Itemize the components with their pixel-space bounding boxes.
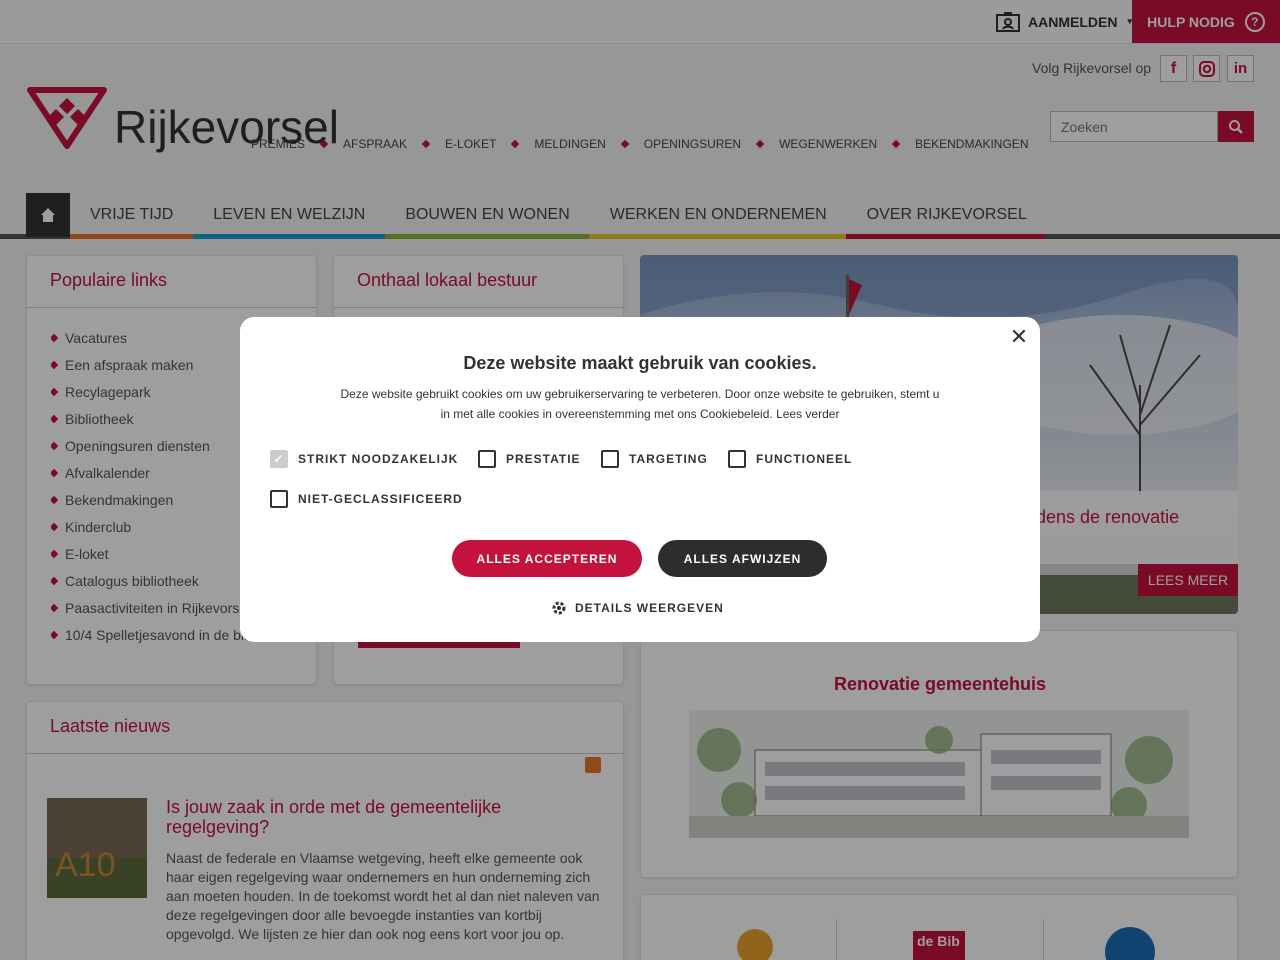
cookie-title: Deze website maakt gebruik van cookies. xyxy=(463,353,817,373)
reject-all-button[interactable]: ALLES AFWIJZEN xyxy=(658,540,827,577)
checkbox-box xyxy=(270,490,288,508)
checkbox-niet-geclassificeerd[interactable]: NIET-GECLASSIFICEERD xyxy=(270,490,463,508)
details-button[interactable]: DETAILS WEERGEVEN xyxy=(551,600,724,616)
checkbox-box xyxy=(601,450,619,468)
checkbox-strikt[interactable]: ✓ STRIKT NOODZAKELIJK xyxy=(270,450,458,468)
checkbox-functioneel[interactable]: FUNCTIONEEL xyxy=(728,450,852,468)
checkbox-label: PRESTATIE xyxy=(506,452,581,466)
gear-icon xyxy=(552,601,566,615)
close-icon[interactable]: ✕ xyxy=(1008,324,1030,349)
cookie-text: Deze website gebruikt cookies om uw gebr… xyxy=(340,387,940,421)
checkmark-icon: ✓ xyxy=(270,450,288,468)
details-label: DETAILS WEERGEVEN xyxy=(575,601,724,615)
checkbox-box xyxy=(478,450,496,468)
accept-all-button[interactable]: ALLES ACCEPTEREN xyxy=(452,540,642,577)
checkbox-targeting[interactable]: TARGETING xyxy=(601,450,708,468)
checkbox-label: NIET-GECLASSIFICEERD xyxy=(298,492,463,506)
checkbox-label: TARGETING xyxy=(629,452,708,466)
checkbox-prestatie[interactable]: PRESTATIE xyxy=(478,450,581,468)
checkbox-label: STRIKT NOODZAKELIJK xyxy=(298,452,459,466)
checkbox-label: FUNCTIONEEL xyxy=(756,452,853,466)
checkbox-box xyxy=(728,450,746,468)
